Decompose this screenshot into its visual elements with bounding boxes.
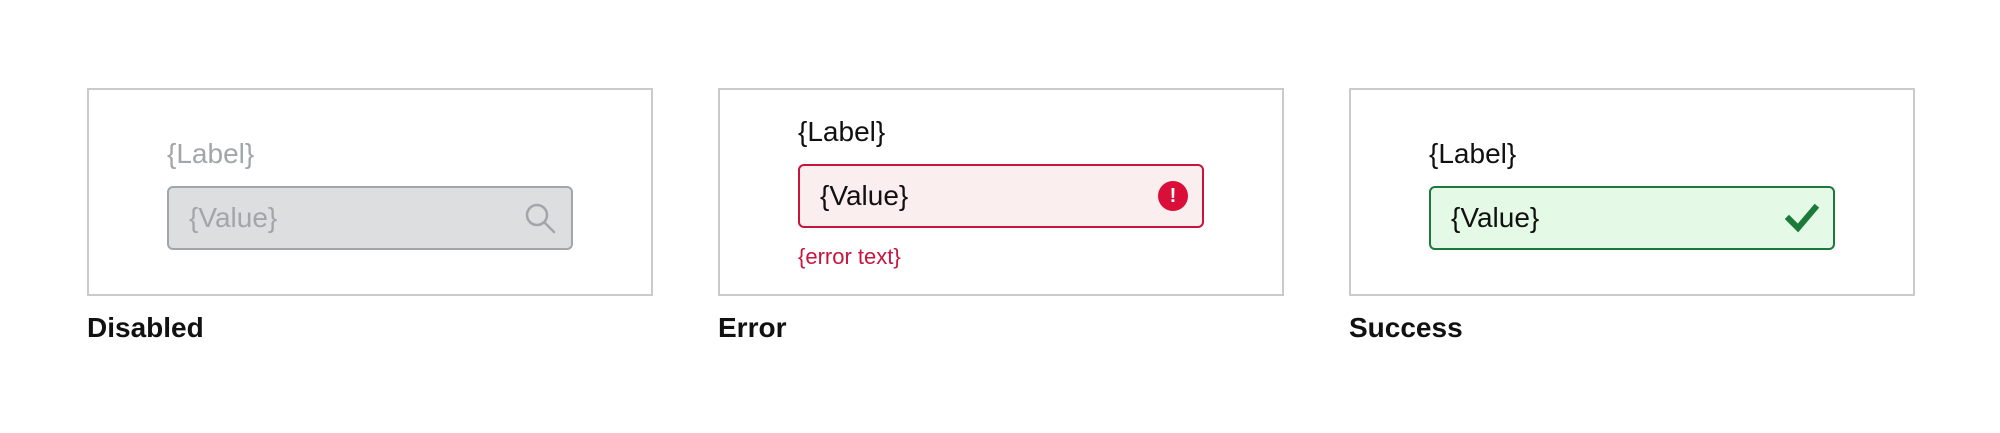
field-value: {Value} [1451,202,1540,233]
search-input: {Value} [167,186,573,250]
text-input-success[interactable]: {Value} [1429,186,1835,250]
checkmark-icon [1785,201,1819,235]
error-state-panel: {Label} {Value} ! {error text} [718,88,1284,296]
success-state-panel: {Label} {Value} [1349,88,1915,296]
search-icon [523,201,557,235]
success-caption: Success [1349,312,1463,343]
field-label: {Label} [798,116,886,147]
field-label: {Label} [1429,138,1517,169]
text-input-error[interactable]: {Value} ! [798,164,1204,228]
field-label: {Label} [167,138,255,169]
field-value: {Value} [189,202,278,233]
field-value: {Value} [820,180,909,211]
disabled-state-panel: {Label} {Value} [87,88,653,296]
error-icon: ! [1158,181,1188,211]
error-message: {error text} [798,244,901,269]
error-caption: Error [718,312,787,343]
disabled-caption: Disabled [87,312,204,343]
